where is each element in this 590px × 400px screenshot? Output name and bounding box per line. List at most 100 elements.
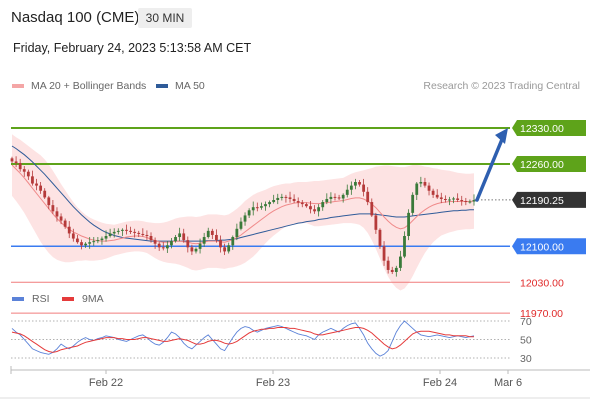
candle-body: [198, 243, 202, 249]
candle-body: [80, 242, 83, 246]
candle-body: [464, 201, 468, 203]
candle-body: [133, 231, 137, 233]
candle-body: [63, 220, 67, 227]
candle-body: [435, 194, 439, 198]
candle-body: [165, 245, 169, 249]
candle-body: [100, 238, 104, 241]
candle-body: [317, 207, 321, 212]
candle-body: [394, 267, 398, 272]
candle-body: [125, 229, 128, 231]
candle-body: [439, 197, 443, 199]
candle-body: [276, 197, 280, 200]
candle-body: [112, 231, 116, 234]
candle-body: [419, 182, 423, 184]
level-tag-12330.00: 12330.00: [512, 120, 586, 136]
candle-body: [235, 228, 239, 238]
candle-body: [157, 243, 161, 248]
candle-body: [190, 247, 194, 252]
candle-body: [55, 211, 59, 217]
candle-body: [51, 205, 55, 212]
candle-body: [120, 229, 124, 231]
candle-body: [194, 248, 198, 252]
candle-body: [174, 237, 177, 242]
candle-body: [411, 194, 415, 213]
candle-body: [170, 241, 173, 246]
candle-body: [182, 233, 186, 241]
last-price-tag: 12190.25: [512, 191, 586, 208]
candle-body: [456, 198, 460, 200]
candle-body: [137, 232, 141, 234]
candle-body: [358, 182, 361, 185]
candle-body: [468, 201, 472, 203]
rsi-tick-50: 50: [520, 335, 532, 347]
candle-body: [47, 197, 51, 206]
candle-body: [26, 171, 30, 177]
candle-body: [378, 229, 382, 247]
candle-body: [223, 247, 227, 252]
x-tick-label: Feb 24: [423, 377, 457, 389]
candle-body: [59, 216, 63, 221]
candle-body: [329, 196, 333, 199]
candle-body: [145, 234, 149, 236]
candle-body: [296, 201, 300, 203]
candle-body: [288, 197, 292, 199]
candle-body: [104, 236, 108, 239]
price-chart: 12330.0012260.0012100.0012030.0011970.00…: [0, 120, 590, 399]
candle-body: [264, 204, 267, 207]
level-label-12330.00: 12330.00: [520, 123, 564, 135]
rsi-tick-70: 70: [520, 316, 532, 328]
candle-body: [202, 237, 206, 244]
candle-body: [14, 161, 18, 163]
candle-body: [153, 240, 157, 244]
candle-body: [300, 202, 304, 205]
candle-body: [178, 233, 182, 238]
candle-body: [423, 182, 427, 186]
candle-body: [186, 240, 190, 248]
candle-body: [415, 183, 419, 195]
candle-body: [18, 162, 22, 170]
candle-body: [96, 240, 100, 242]
candle-body: [76, 238, 79, 243]
candle-body: [374, 215, 378, 230]
x-tick-label: Mar 6: [494, 377, 522, 389]
candle-body: [399, 256, 402, 268]
candle-body: [292, 198, 296, 202]
candle-body: [219, 240, 222, 248]
candle-body: [427, 185, 431, 191]
candle-body: [349, 185, 353, 190]
candle-body: [243, 215, 247, 222]
candle-body: [284, 196, 288, 198]
x-tick-label: Feb 22: [89, 377, 123, 389]
candle-body: [88, 242, 92, 244]
candle-body: [31, 176, 34, 184]
candle-body: [247, 210, 251, 216]
candle-body: [10, 158, 14, 162]
level-tag-12100.00: 12100.00: [512, 238, 586, 255]
candle-body: [22, 169, 26, 172]
candle-body: [403, 236, 406, 257]
candle-body: [354, 182, 357, 186]
candle-body: [431, 190, 435, 195]
candle-body: [272, 200, 276, 203]
rsi-tick-30: 30: [520, 353, 532, 365]
candle-body: [443, 198, 447, 200]
level-label-12100.00: 12100.00: [520, 241, 564, 253]
candle-body: [341, 194, 345, 199]
candle-body: [116, 230, 120, 232]
candle-body: [321, 202, 325, 208]
candle-body: [448, 199, 451, 201]
candle-body: [280, 196, 284, 198]
candle-body: [108, 233, 112, 236]
candle-body: [67, 226, 71, 234]
candle-body: [382, 246, 386, 261]
rsi-line: [11, 320, 475, 357]
level-tag-12260.00: 12260.00: [512, 156, 586, 172]
candle-body: [362, 184, 366, 192]
candle-body: [35, 183, 38, 186]
candle-body: [43, 190, 47, 198]
candle-body: [141, 233, 145, 235]
candle-body: [309, 206, 312, 210]
candle-body: [92, 241, 96, 243]
candle-body: [231, 237, 235, 246]
candle-body: [370, 202, 374, 216]
